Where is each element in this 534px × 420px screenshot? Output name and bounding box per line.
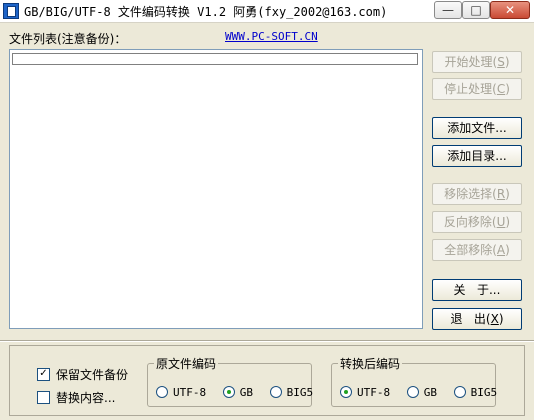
stop-hotkey: C: [496, 82, 506, 96]
start-button[interactable]: 开始处理(S): [432, 51, 522, 73]
title-bar[interactable]: GB/BIG/UTF-8 文件编码转换 V1.2 阿勇(fxy_2002@163…: [0, 0, 534, 23]
radio-label: GB: [423, 386, 437, 399]
file-list-header: [12, 53, 418, 65]
stop-button-label: 停止处理: [444, 82, 493, 96]
close-icon: ✕: [504, 3, 516, 17]
minimize-icon: —: [442, 3, 454, 17]
remove-selected-label: 移除选择: [444, 187, 493, 201]
target-encoding-group: 转换后编码 UTF-8 GB BIG5: [331, 355, 497, 407]
exit-hotkey: X: [490, 312, 499, 326]
radio-button[interactable]: [406, 386, 419, 398]
close-button[interactable]: ✕: [490, 1, 530, 19]
radio-label: GB: [239, 386, 253, 399]
website-link[interactable]: WWW.PC-SOFT.CN: [225, 30, 318, 43]
radio-button[interactable]: [156, 386, 168, 398]
add-file-button[interactable]: 添加文件...: [432, 117, 522, 139]
keep-backup-checkbox[interactable]: ✓ 保留文件备份: [37, 366, 129, 382]
remove-selected-hotkey: R: [496, 187, 506, 201]
file-list[interactable]: [9, 49, 423, 329]
replace-content-label: 替换内容...: [56, 391, 116, 405]
target-radio-gb[interactable]: GB: [406, 386, 437, 399]
source-radio-gb[interactable]: GB: [222, 386, 253, 399]
source-encoding-group: 原文件编码 UTF-8 GB BIG5: [147, 355, 313, 407]
file-list-label: 文件列表(注意备份)：: [9, 32, 127, 46]
reverse-remove-hotkey: U: [496, 215, 506, 229]
source-radio-utf8[interactable]: UTF-8: [156, 386, 206, 399]
remove-all-label: 全部移除: [444, 243, 493, 257]
keep-backup-label: 保留文件备份: [56, 368, 129, 382]
add-directory-label: 添加目录...: [447, 149, 507, 163]
about-button[interactable]: 关 于...: [432, 279, 522, 301]
reverse-remove-label: 反向移除: [443, 215, 492, 229]
start-hotkey: S: [497, 55, 505, 69]
source-encoding-options: UTF-8 GB BIG5: [156, 386, 323, 399]
keep-backup-check-box[interactable]: ✓: [37, 368, 50, 381]
radio-button[interactable]: [453, 386, 466, 398]
radio-label: BIG5: [470, 386, 498, 399]
replace-content-checkbox[interactable]: 替换内容...: [37, 389, 116, 405]
remove-selected-button[interactable]: 移除选择(R): [432, 183, 522, 205]
radio-label: BIG5: [286, 386, 314, 399]
minimize-button[interactable]: —: [434, 1, 462, 19]
source-radio-big5[interactable]: BIG5: [269, 386, 314, 399]
app-icon: [3, 3, 19, 19]
target-radio-big5[interactable]: BIG5: [453, 386, 498, 399]
exit-button[interactable]: 退 出(X): [432, 308, 522, 330]
radio-button[interactable]: [222, 386, 235, 398]
radio-label: UTF-8: [357, 386, 391, 399]
remove-all-button[interactable]: 全部移除(A): [432, 239, 522, 261]
target-encoding-title: 转换后编码: [338, 355, 403, 372]
target-radio-utf8[interactable]: UTF-8: [340, 386, 390, 399]
maximize-button[interactable]: □: [462, 1, 490, 19]
about-label: 关 于...: [453, 283, 501, 297]
add-file-label: 添加文件...: [447, 121, 507, 135]
window-title: GB/BIG/UTF-8 文件编码转换 V1.2 阿勇(fxy_2002@163…: [24, 5, 388, 19]
remove-all-hotkey: A: [496, 243, 506, 257]
separator: [0, 340, 534, 342]
target-encoding-options: UTF-8 GB BIG5: [340, 386, 507, 399]
maximize-icon: □: [470, 3, 482, 17]
radio-button[interactable]: [269, 386, 282, 398]
stop-button[interactable]: 停止处理(C): [432, 78, 522, 100]
reverse-remove-button[interactable]: 反向移除(U): [432, 211, 522, 233]
exit-label: 退 出: [450, 312, 486, 326]
add-directory-button[interactable]: 添加目录...: [432, 145, 522, 167]
source-encoding-title: 原文件编码: [154, 355, 219, 372]
check-icon: ✓: [39, 368, 48, 379]
replace-content-check-box[interactable]: [37, 391, 50, 404]
start-button-label: 开始处理: [444, 55, 493, 69]
radio-label: UTF-8: [173, 386, 207, 399]
radio-button[interactable]: [340, 386, 352, 398]
